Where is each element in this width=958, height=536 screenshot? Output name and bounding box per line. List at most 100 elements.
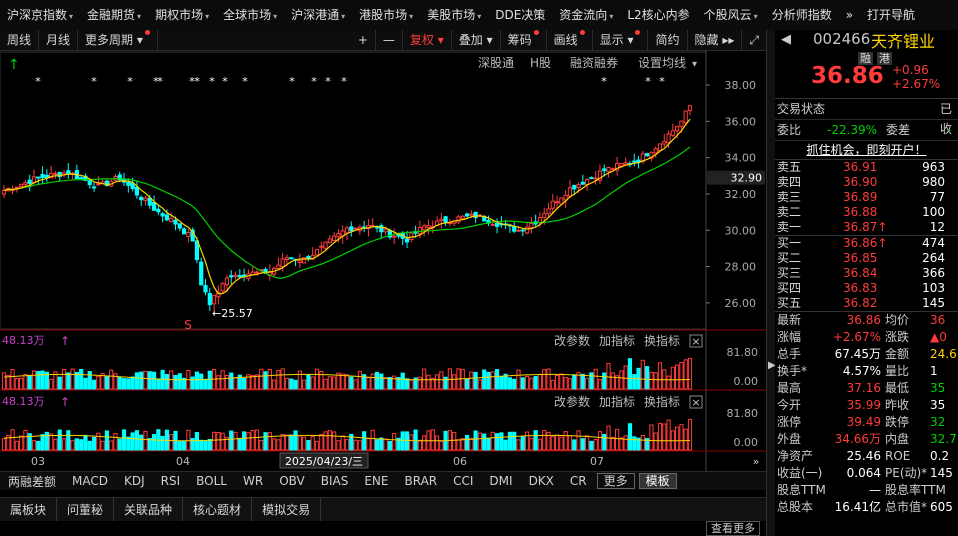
candle-body: [404, 238, 410, 243]
footer-tab-4[interactable]: 模拟交易: [252, 498, 322, 522]
volume-bar: [610, 436, 615, 451]
volume-bar: [610, 372, 615, 390]
candle-body: [602, 168, 607, 172]
ma20-line: [3, 146, 691, 279]
indicator-tab-7[interactable]: BIAS: [313, 474, 357, 488]
volume-bar: [507, 377, 513, 390]
stat-v2: 605: [930, 500, 953, 514]
nav-item-13[interactable]: 打开导航: [860, 0, 922, 30]
candle-body: [529, 223, 534, 229]
indicator-tab-0[interactable]: 两融差额: [0, 473, 64, 490]
indicator-tab-12[interactable]: DKX: [521, 474, 562, 488]
nav-item-7[interactable]: DDE决策: [488, 0, 552, 30]
footer-tab-0[interactable]: 属板块: [0, 498, 58, 522]
period-week-button[interactable]: 周线: [0, 30, 40, 50]
indicator-tab-15[interactable]: 模板: [638, 473, 677, 489]
adjust-dropdown[interactable]: 复权 ▾: [403, 30, 452, 50]
nav-item-3[interactable]: 全球市场 ▾: [216, 0, 284, 30]
open-account-banner[interactable]: 抓住机会，即刻开户！: [775, 141, 958, 160]
volume-bar: [422, 435, 427, 451]
chips-button[interactable]: 筹码: [501, 30, 547, 50]
volume-bar: [482, 369, 487, 390]
volume-bar: [687, 357, 693, 390]
stat-v1: 39.49: [846, 415, 881, 429]
volume-bar: [370, 429, 375, 451]
kline-chart[interactable]: 38.00 36.00 34.00 32.90 32.00 30.00 28.00 26.00…: [0, 51, 766, 471]
footer-tab-3[interactable]: 核心题材: [183, 498, 253, 522]
volume-bar: [254, 429, 260, 451]
nav-item-2[interactable]: 期权市场 ▾: [148, 0, 216, 30]
simple-button[interactable]: 简约: [648, 30, 688, 50]
bid-price: 36.85: [843, 251, 878, 265]
volume-bar: [319, 434, 324, 451]
volume-bar: [494, 433, 500, 451]
candle-body: [297, 260, 302, 263]
stat-k1: 最新: [777, 313, 802, 327]
indicator-tab-8[interactable]: ENE: [356, 474, 396, 488]
candle-body: [211, 294, 217, 305]
volume-bar: [374, 439, 380, 451]
indicator-tab-4[interactable]: BOLL: [188, 474, 235, 488]
prev-stock-icon[interactable]: ◀: [781, 32, 791, 47]
period-month-button[interactable]: 月线: [39, 30, 79, 50]
indicator-tab-6[interactable]: OBV: [271, 474, 313, 488]
nav-item-5[interactable]: 港股市场 ▾: [352, 0, 420, 30]
zoom-in-button[interactable]: +: [351, 30, 376, 50]
indicator-tab-2[interactable]: KDJ: [116, 474, 153, 488]
stat-k2: 内盘: [885, 432, 910, 446]
zoom-out-button[interactable]: —: [376, 30, 403, 50]
indicator-tab-3[interactable]: RSI: [153, 474, 189, 488]
volume-bar: [96, 432, 101, 451]
volume-bar: [14, 440, 19, 451]
indicator-tab-14[interactable]: 更多: [596, 473, 635, 489]
indicator-tab-13[interactable]: CR: [562, 474, 595, 488]
volume-bar: [121, 378, 127, 390]
footer-tab-1[interactable]: 问董秘: [57, 498, 115, 522]
view-more-button[interactable]: 查看更多: [706, 521, 760, 536]
ask-price: 36.88: [843, 205, 878, 219]
indicator-pane-tab: 换指标: [644, 394, 680, 409]
indicator-tab-11[interactable]: DMI: [481, 474, 520, 488]
nav-item-8[interactable]: 资金流向 ▾: [552, 0, 620, 30]
volume-bar: [653, 372, 658, 390]
stat-k2: 总市值*: [885, 500, 928, 514]
candle-body: [327, 238, 332, 244]
signal-star-icon: *: [91, 75, 97, 88]
volume-bar: [602, 372, 607, 390]
volume-bar: [434, 374, 440, 390]
nav-item-9[interactable]: L2核心内参: [620, 0, 696, 30]
volume-bar: [362, 431, 367, 451]
double-right-icon: »: [753, 455, 760, 468]
nav-item-label: L2核心内参: [627, 8, 690, 22]
nav-item-0[interactable]: 沪深京指数 ▾: [0, 0, 80, 30]
volume-bar: [194, 371, 200, 390]
nav-item-12[interactable]: »: [839, 0, 860, 30]
display-dropdown[interactable]: 显示 ▾: [593, 30, 649, 50]
nav-item-6[interactable]: 美股市场 ▾: [420, 0, 488, 30]
volume-bar: [186, 429, 191, 451]
footer-tab-2[interactable]: 关联品种: [114, 498, 184, 522]
bid-vol: 366: [922, 266, 945, 280]
volume-bar: [392, 432, 397, 451]
indicator-tab-10[interactable]: CCI: [445, 474, 481, 488]
volume-bar: [44, 431, 49, 451]
nav-item-4[interactable]: 沪深港通 ▾: [284, 0, 352, 30]
chevron-down-icon: ▾: [433, 33, 444, 47]
nav-item-1[interactable]: 金融期货 ▾: [80, 0, 148, 30]
nav-item-10[interactable]: 个股风云 ▾: [697, 0, 765, 30]
volume-bar: [100, 440, 105, 451]
nav-item-11[interactable]: 分析师指数: [765, 0, 839, 30]
overlay-dropdown[interactable]: 叠加 ▾: [452, 30, 501, 50]
hide-button[interactable]: 隐藏 ▸▸: [688, 30, 743, 50]
volume-bar: [203, 440, 208, 451]
draw-line-button[interactable]: 画线: [547, 30, 593, 50]
expand-icon[interactable]: ⤢: [742, 30, 766, 50]
indicator-tab-1[interactable]: MACD: [64, 474, 116, 488]
indicator-tab-9[interactable]: BRAR: [396, 474, 445, 488]
more-period-dropdown[interactable]: 更多周期 ▾: [78, 30, 158, 50]
ask-price: 36.87↑: [843, 220, 888, 234]
kline-chart-area[interactable]: 38.00 36.00 34.00 32.90 32.00 30.00 28.00 26.00…: [0, 51, 766, 471]
volume-bar: [224, 374, 230, 390]
indicator-tab-5[interactable]: WR: [235, 474, 271, 488]
volume-bar: [357, 440, 362, 451]
